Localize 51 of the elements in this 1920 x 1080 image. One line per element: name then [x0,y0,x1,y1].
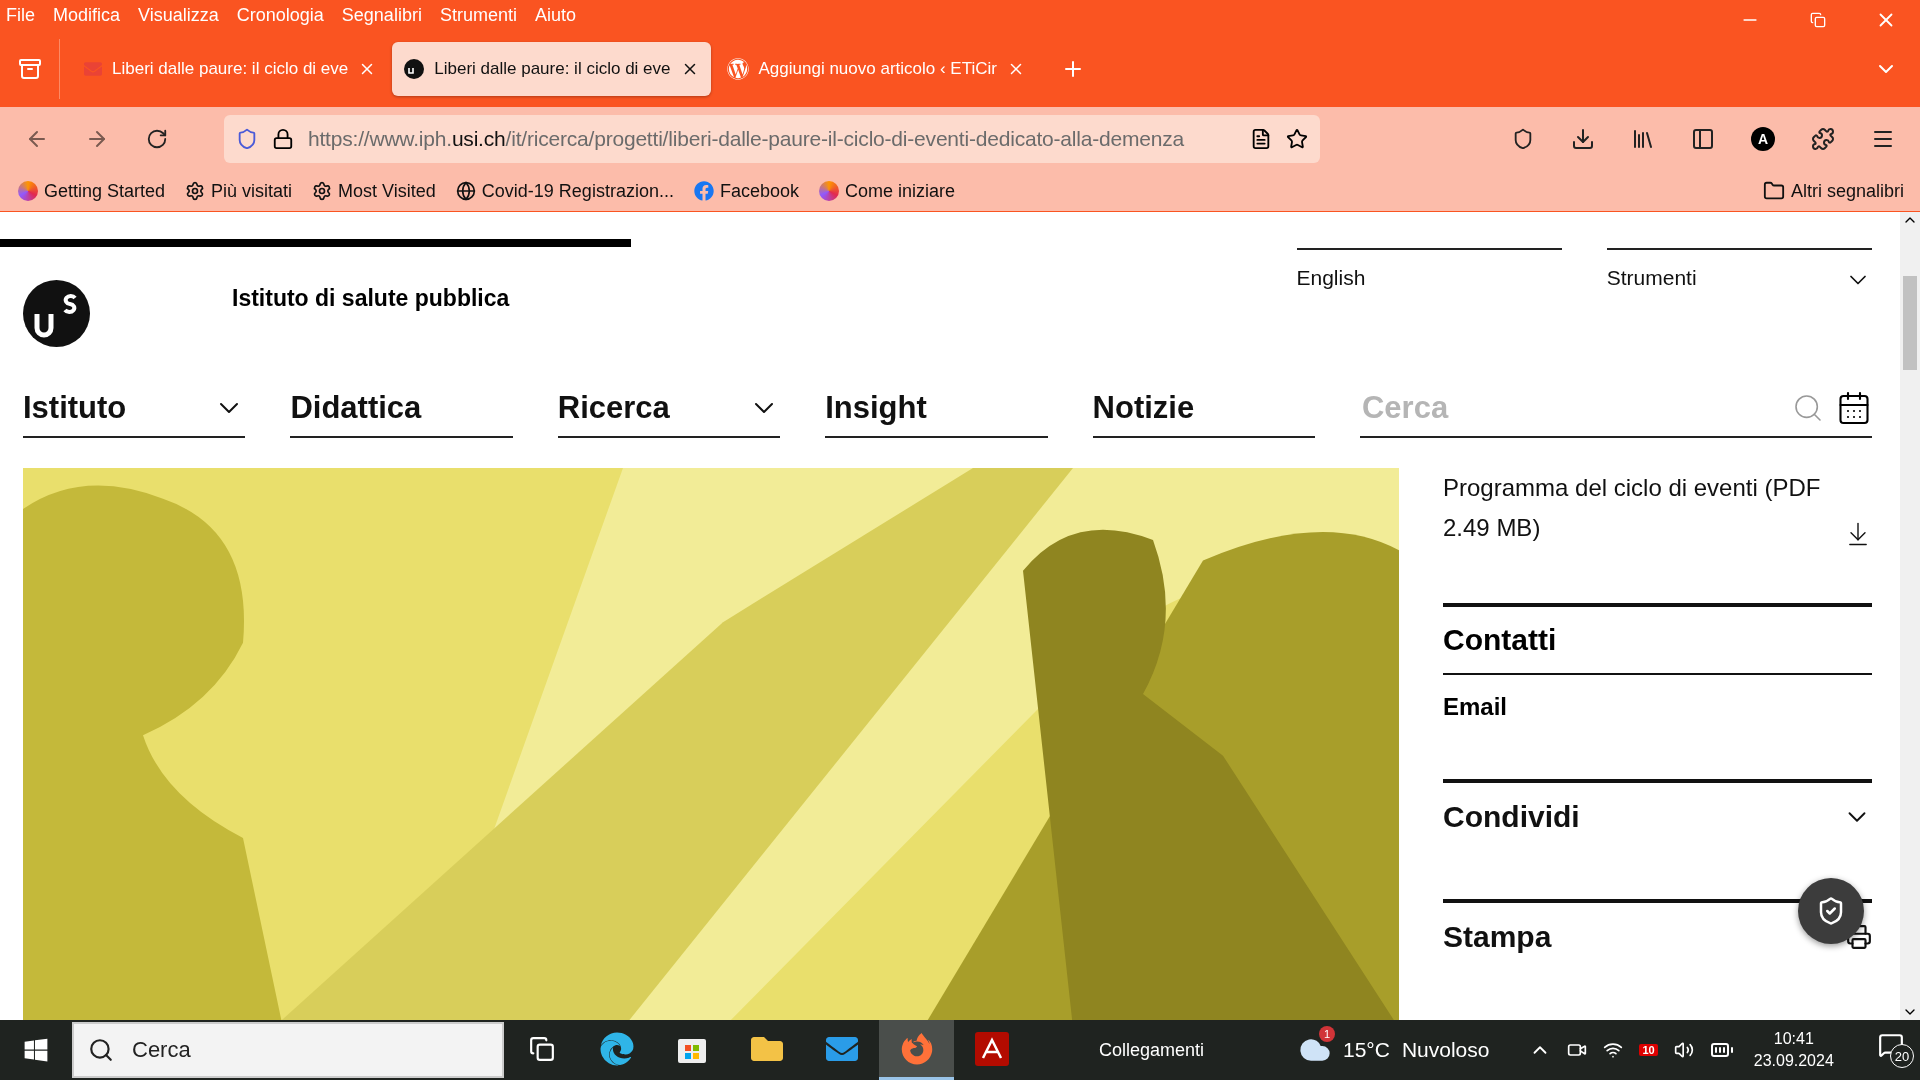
site-title: Istituto di salute pubblica [232,285,510,312]
section-heading: Contatti [1443,607,1872,675]
logo-icon [404,58,425,79]
scrollbar-thumb[interactable] [1903,276,1917,370]
download-link[interactable]: Programma del ciclo di eventi (PDF 2.49 MB) [1443,468,1872,548]
clock[interactable]: 10:41 23.09.2024 [1753,1030,1834,1070]
temperature-label[interactable]: 15°C [1343,1038,1390,1062]
nav-item[interactable]: Didattica [290,380,513,438]
gear-icon [185,181,206,201]
print-button[interactable]: Stampa [1443,903,1872,971]
nav-item[interactable]: Notizie [1092,380,1315,438]
logo-icon[interactable] [23,280,90,347]
nav-item[interactable]: Insight [825,380,1048,438]
bookmark-link[interactable]: Getting Started [18,180,166,202]
address-bar[interactable]: https://www.iph.usi.ch/it/ricerca/progetti/liberi-dalle-paure-il-ciclo-di-eventi-dedicato-alla-demenza [224,115,1320,163]
bookmark-link[interactable]: Most Visited [312,180,436,202]
email-label: Email [1443,693,1509,721]
browser-tab[interactable]: Liberi dalle paure: il ciclo di eve [392,41,711,96]
wordpress-icon [726,57,749,80]
taskbar-search-field[interactable]: Cerca [72,1022,504,1078]
shield-check-icon[interactable] [1798,878,1864,944]
globe-icon [455,181,476,201]
search-icon[interactable] [1792,392,1824,424]
tools-dropdown[interactable]: Strumenti [1606,248,1872,306]
account-button[interactable]: A [1738,117,1788,161]
bookmark-folder[interactable]: Altri segnalibri [1762,180,1904,202]
nav-item[interactable]: Ricerca [557,380,781,438]
language-link[interactable]: English [1296,248,1562,306]
search-icon [88,1037,114,1063]
bookmark-link[interactable]: Più visitati [185,180,293,202]
facebook-icon [693,181,714,201]
bookmark-link[interactable]: Come iniziare [819,180,956,202]
volume-icon[interactable] [1673,1040,1694,1060]
weather-label[interactable]: Nuvoloso [1401,1038,1490,1062]
notification-button[interactable]: 20 [1878,1032,1914,1068]
printer-icon [1846,924,1872,950]
firefox-icon[interactable] [879,1020,954,1080]
links-label[interactable]: Collegamenti [1099,1039,1249,1061]
folder-icon [1762,180,1785,202]
share-dropdown[interactable]: Condividi [1443,783,1872,851]
wifi-icon[interactable] [1603,1040,1624,1060]
nav-item[interactable]: Istituto [23,380,246,438]
weather-badge: 1 [1319,1026,1335,1042]
tray-badge[interactable]: 10 [1639,1044,1658,1056]
bookmark-link[interactable]: Covid-19 Registrazion... [455,180,674,202]
gear-icon [312,181,333,201]
browser-logo-icon [18,181,38,201]
calendar-icon[interactable] [1836,390,1872,426]
browser-logo-icon [819,181,839,201]
bookmark-link[interactable]: Facebook [693,180,799,202]
scrollbar[interactable] [1900,212,1920,1020]
